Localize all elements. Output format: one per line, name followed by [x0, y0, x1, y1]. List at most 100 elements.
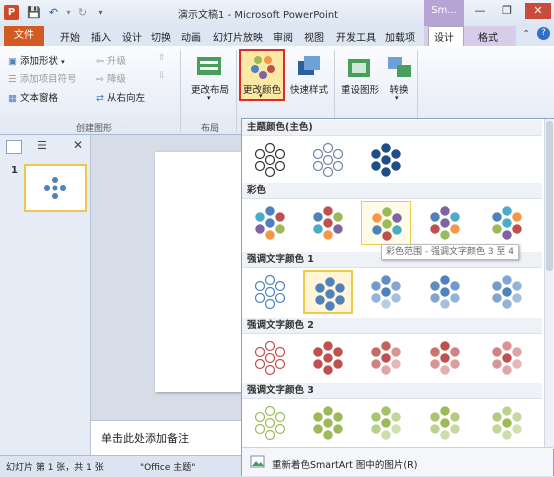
swatch-accent3-1[interactable]	[245, 401, 295, 445]
swatch-accent1-5[interactable]	[482, 270, 532, 314]
slide-number: 1	[11, 165, 18, 176]
undo-icon[interactable]: ↶	[47, 6, 60, 19]
smartart-swatch-icon	[312, 142, 344, 178]
thumbnail-smartart-icon	[44, 177, 66, 199]
quick-styles-button[interactable]: 快速样式	[286, 50, 332, 100]
tab-transitions[interactable]: 切换	[151, 29, 171, 44]
swatch-accent2-5[interactable]	[482, 336, 532, 380]
slides-tab-icon[interactable]	[6, 140, 22, 154]
gallery-scrollbar[interactable]	[544, 119, 554, 449]
swatch-accent2-1[interactable]	[245, 336, 295, 380]
recolor-pictures-label: 重新着色SmartArt 图中的图片(R)	[272, 460, 418, 471]
convert-button[interactable]: 转换 ▾	[383, 50, 415, 102]
reset-graphic-button[interactable]: 重设图形	[337, 50, 383, 100]
move-up-icon[interactable]: ⇧	[158, 53, 166, 63]
change-layout-button[interactable]: 更改布局 ▾	[187, 50, 233, 102]
smartart-swatch-icon	[254, 142, 286, 178]
redo-icon[interactable]: ↻	[76, 6, 89, 19]
section-header-colorful: 彩色	[242, 183, 542, 199]
change-colors-button[interactable]: 更改颜色 ▾	[239, 49, 285, 101]
smartart-swatch-icon	[430, 341, 460, 375]
swatch-accent1-2[interactable]	[303, 270, 353, 314]
add-bullet-icon: ☰	[8, 74, 17, 85]
promote-button[interactable]: ⇦ 升级	[96, 53, 126, 67]
swatch-accent1-3[interactable]	[361, 270, 411, 314]
swatch-theme-3[interactable]	[361, 138, 411, 182]
swatch-accent2-2[interactable]	[303, 336, 353, 380]
tab-design[interactable]: 设计	[122, 29, 142, 44]
swatch-colorful-2[interactable]	[303, 201, 353, 245]
recolor-pictures-option[interactable]: 重新着色SmartArt 图中的图片(R)	[242, 447, 553, 476]
smartart-tools-header: Sm...	[424, 0, 464, 26]
swatch-theme-1[interactable]	[245, 138, 295, 182]
swatch-accent3-2[interactable]	[303, 401, 353, 445]
tab-developer[interactable]: 开发工具	[336, 29, 376, 44]
swatch-accent3-5[interactable]	[482, 401, 532, 445]
reset-graphic-icon	[348, 59, 370, 77]
tab-file[interactable]: 文件	[4, 26, 44, 46]
close-icon[interactable]: ✕	[525, 3, 551, 19]
smartart-swatch-icon	[313, 341, 343, 375]
tab-addins[interactable]: 加载项	[385, 29, 415, 44]
swatch-accent3-3[interactable]	[361, 401, 411, 445]
smartart-swatch-icon	[371, 143, 401, 177]
swatch-colorful-3[interactable]	[361, 201, 411, 245]
add-shape-icon: ▣	[8, 56, 17, 67]
smartart-swatch-icon	[313, 406, 343, 440]
help-icon[interactable]: ?	[537, 27, 550, 40]
swatch-accent1-1[interactable]	[245, 270, 295, 314]
chevron-down-icon: ▾	[207, 94, 211, 102]
recolor-picture-icon	[250, 455, 265, 468]
section-header-accent3: 强调文字颜色 3	[242, 383, 542, 399]
powerpoint-app-icon[interactable]: P	[4, 5, 19, 20]
swatch-accent2-3[interactable]	[361, 336, 411, 380]
smartart-swatch-icon	[430, 275, 460, 309]
slide-count-status: 幻灯片 第 1 张，共 1 张	[6, 463, 104, 473]
tab-insert[interactable]: 插入	[91, 29, 111, 44]
change-layout-icon	[197, 57, 221, 75]
tab-review[interactable]: 审阅	[273, 29, 293, 44]
swatch-accent3-4[interactable]	[420, 401, 470, 445]
slide-canvas[interactable]	[155, 152, 241, 392]
tab-smartart-design[interactable]: 设计	[434, 29, 454, 44]
tab-home[interactable]: 开始	[60, 29, 80, 44]
swatch-theme-2[interactable]	[303, 138, 353, 182]
undo-dropdown-icon[interactable]: ▾	[62, 6, 75, 19]
group-label-layouts: 布局	[200, 124, 219, 134]
smartart-swatch-icon	[254, 340, 286, 376]
add-bullet-button[interactable]: ☰ 添加项目符号	[8, 71, 77, 85]
smartart-swatch-icon	[372, 207, 402, 241]
slide-thumbnail[interactable]	[24, 164, 87, 212]
restore-icon[interactable]: ❐	[497, 3, 517, 19]
swatch-colorful-5[interactable]	[482, 201, 532, 245]
minimize-ribbon-icon[interactable]: ⌃	[522, 29, 530, 40]
text-pane-button[interactable]: ▦ 文本窗格	[8, 90, 58, 104]
add-shape-button[interactable]: ▣ 添加形状 ▾	[8, 53, 65, 67]
tab-view[interactable]: 视图	[304, 29, 324, 44]
scrollbar-thumb[interactable]	[546, 121, 553, 271]
theme-status[interactable]: "Office 主题"	[140, 460, 195, 473]
smartart-swatch-icon	[371, 341, 401, 375]
swatch-accent2-4[interactable]	[420, 336, 470, 380]
move-down-icon[interactable]: ⇩	[158, 71, 166, 81]
minimize-icon[interactable]: —	[470, 3, 490, 19]
smartart-swatch-icon	[492, 406, 522, 440]
tab-slideshow[interactable]: 幻灯片放映	[213, 29, 263, 44]
ribbon-separator	[180, 50, 181, 132]
swatch-accent1-4[interactable]	[420, 270, 470, 314]
outline-tab-icon[interactable]: ☰	[37, 139, 47, 152]
notes-pane[interactable]: 单击此处添加备注	[91, 420, 241, 456]
right-to-left-button[interactable]: ⇄ 从右向左	[96, 90, 145, 104]
customize-qat-icon[interactable]: ▾	[94, 6, 107, 19]
save-icon[interactable]: 💾	[27, 6, 41, 19]
ribbon-separator	[236, 50, 237, 132]
demote-button[interactable]: ⇨ 降级	[96, 71, 126, 85]
tab-smartart-format[interactable]: 格式	[478, 29, 498, 44]
text-pane-icon: ▦	[8, 93, 17, 104]
close-pane-icon[interactable]: ✕	[73, 138, 83, 152]
swatch-colorful-4[interactable]	[420, 201, 470, 245]
tab-animations[interactable]: 动画	[181, 29, 201, 44]
smartart-swatch-icon	[492, 275, 522, 309]
smartart-swatch-icon	[313, 206, 343, 240]
swatch-colorful-1[interactable]	[245, 201, 295, 245]
